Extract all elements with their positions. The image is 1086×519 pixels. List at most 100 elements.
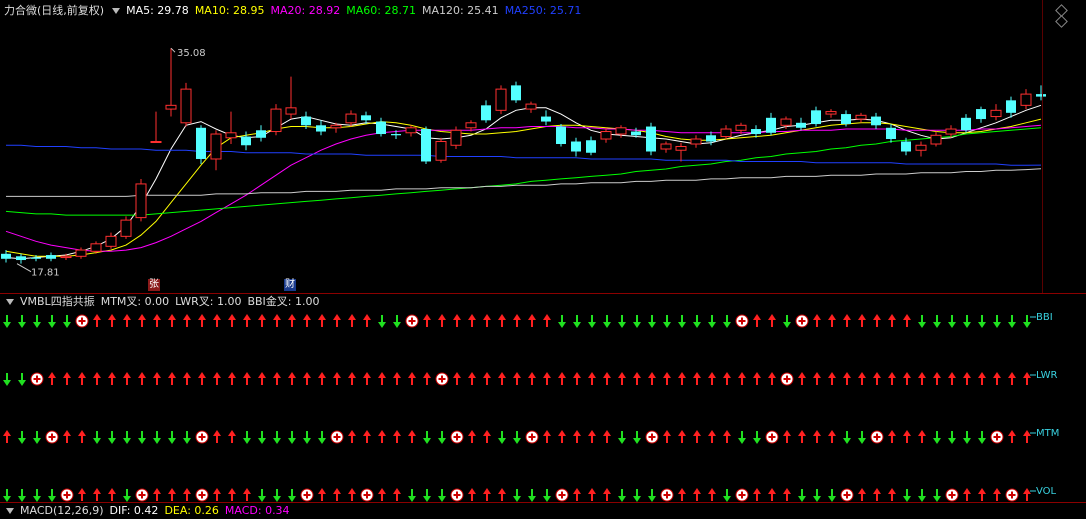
ma-legend-ma20: MA20: 28.92 xyxy=(270,4,341,17)
signal-up-arrow-head xyxy=(183,488,191,494)
signal-down-arrow-head xyxy=(18,438,26,444)
signal-up-arrow-head xyxy=(963,488,971,494)
signal-up-arrow-head xyxy=(753,372,761,378)
candle-body xyxy=(46,255,56,259)
signal-up-arrow-head xyxy=(468,430,476,436)
signal-down-arrow-head xyxy=(753,438,761,444)
signal-up-arrow-head xyxy=(348,430,356,436)
candle-body xyxy=(376,121,386,135)
signal-up-arrow-head xyxy=(108,314,116,320)
signal-up-arrow-head xyxy=(858,488,866,494)
signal-up-arrow-head xyxy=(168,314,176,320)
badge-zhang[interactable]: 张 xyxy=(148,279,160,291)
signal-up-arrow-head xyxy=(663,372,671,378)
signal-down-arrow-head xyxy=(978,322,986,328)
signal-down-arrow-head xyxy=(603,322,611,328)
candle-body xyxy=(901,141,911,152)
signal-up-arrow-head xyxy=(828,372,836,378)
indicator-dropdown-icon[interactable] xyxy=(6,299,14,305)
candle-body xyxy=(481,105,491,121)
candle-body xyxy=(556,126,566,145)
signal-up-arrow-head xyxy=(3,430,11,436)
signal-up-arrow-head xyxy=(603,488,611,494)
candle-body xyxy=(180,88,192,124)
signal-up-arrow-head xyxy=(798,372,806,378)
signal-down-arrow-head xyxy=(948,322,956,328)
candle-body xyxy=(871,116,881,126)
signal-up-arrow-head xyxy=(558,430,566,436)
signal-up-arrow-head xyxy=(633,372,641,378)
candle-body xyxy=(735,124,747,131)
signal-down-arrow-head xyxy=(963,438,971,444)
signal-up-arrow-head xyxy=(213,430,221,436)
candle-body xyxy=(541,116,551,122)
signal-down-arrow-head xyxy=(303,438,311,444)
signal-up-arrow-head xyxy=(723,430,731,436)
right-border-line xyxy=(1042,0,1043,293)
signal-up-arrow-head xyxy=(393,372,401,378)
signal-down-arrow-head xyxy=(978,438,986,444)
candle-body xyxy=(345,113,357,124)
signal-up-arrow-head xyxy=(693,488,701,494)
signal-up-arrow-head xyxy=(753,488,761,494)
candle-body xyxy=(135,183,147,219)
candle-body xyxy=(811,110,821,125)
signal-up-arrow-head xyxy=(318,314,326,320)
signal-up-arrow-head xyxy=(153,488,161,494)
signal-up-arrow-head xyxy=(678,488,686,494)
lwr-cross-label: LWR叉: 1.00 xyxy=(175,295,242,308)
macd-label: MACD(12,26,9) xyxy=(20,504,104,517)
candle-body xyxy=(165,104,177,110)
chart-title: 力合微(日线,前复权) xyxy=(4,4,105,17)
candlestick-chart[interactable]: 35.08 17.81 xyxy=(0,0,1086,293)
signal-up-arrow-head xyxy=(573,430,581,436)
candle-body xyxy=(930,134,942,145)
signal-down-arrow-head xyxy=(33,438,41,444)
signal-up-arrow-head xyxy=(858,372,866,378)
signal-up-arrow-head xyxy=(498,372,506,378)
dropdown-triangle-icon[interactable] xyxy=(112,8,121,14)
signal-up-arrow-head xyxy=(813,430,821,436)
candle-body xyxy=(631,131,641,136)
badge-cai[interactable]: 财 xyxy=(284,279,296,291)
signal-down-arrow-head xyxy=(123,438,131,444)
signal-down-arrow-head xyxy=(378,322,386,328)
signal-up-arrow-head xyxy=(258,314,266,320)
signal-up-arrow-head xyxy=(708,488,716,494)
candle-body xyxy=(690,138,702,145)
signal-up-arrow-head xyxy=(273,372,281,378)
candle-body xyxy=(915,144,927,151)
signal-down-arrow-head xyxy=(438,438,446,444)
signal-up-arrow-head xyxy=(288,372,296,378)
signal-up-arrow-head xyxy=(888,488,896,494)
signal-up-arrow-head xyxy=(288,314,296,320)
signal-up-arrow-head xyxy=(303,314,311,320)
candle-body xyxy=(105,235,117,247)
signal-down-arrow-head xyxy=(138,438,146,444)
signal-up-arrow-head xyxy=(318,488,326,494)
signal-up-arrow-head xyxy=(783,488,791,494)
signal-down-arrow-head xyxy=(48,322,56,328)
candle-body xyxy=(210,133,222,160)
signal-down-arrow-head xyxy=(588,322,596,328)
macd-dropdown-icon[interactable] xyxy=(6,508,14,514)
signal-down-arrow-head xyxy=(18,322,26,328)
signal-up-arrow-head xyxy=(138,372,146,378)
signal-up-arrow-head xyxy=(558,372,566,378)
candle-body xyxy=(855,114,867,120)
candle-body xyxy=(586,140,596,153)
signal-up-arrow-head xyxy=(228,314,236,320)
signal-up-arrow-head xyxy=(708,430,716,436)
signal-up-arrow-head xyxy=(813,314,821,320)
signal-up-arrow-head xyxy=(123,372,131,378)
candle-body xyxy=(270,108,282,133)
signal-up-arrow-head xyxy=(483,430,491,436)
signal-up-arrow-head xyxy=(483,314,491,320)
signal-down-arrow-head xyxy=(618,438,626,444)
ma-legend-ma60: MA60: 28.71 xyxy=(346,4,416,17)
signal-up-arrow-head xyxy=(903,372,911,378)
signal-up-arrow-head xyxy=(723,372,731,378)
signal-up-arrow-head xyxy=(363,430,371,436)
candle-body xyxy=(646,126,656,152)
signal-up-arrow-head xyxy=(813,372,821,378)
